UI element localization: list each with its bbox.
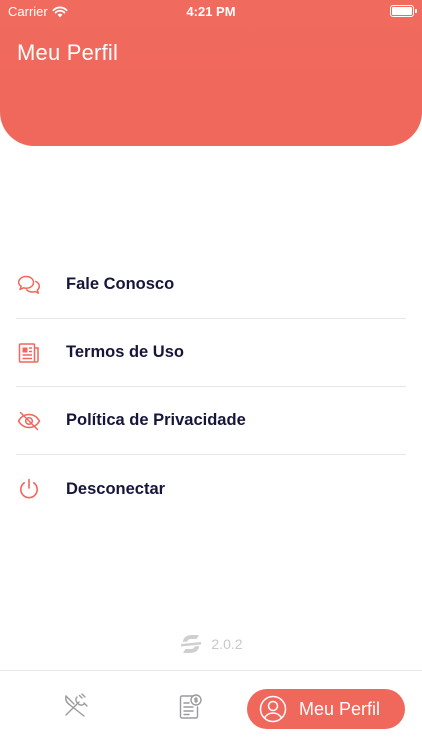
menu-item-label: Termos de Uso bbox=[66, 343, 184, 361]
tab-orders[interactable] bbox=[175, 691, 205, 721]
document-icon bbox=[16, 340, 42, 366]
chat-bubbles-icon bbox=[16, 272, 42, 298]
status-time: 4:21 PM bbox=[186, 4, 236, 19]
battery-icon bbox=[390, 5, 417, 17]
menu-item-label: Fale Conosco bbox=[66, 275, 175, 293]
tab-restaurants[interactable] bbox=[60, 691, 90, 721]
menu-item-label: Política de Privacidade bbox=[66, 411, 246, 429]
power-icon bbox=[16, 476, 42, 502]
fork-knife-icon bbox=[65, 693, 88, 717]
eye-off-icon bbox=[16, 408, 42, 434]
app-version: 2.0.2 bbox=[0, 633, 422, 655]
receipt-icon bbox=[179, 694, 202, 719]
page-title: Meu Perfil bbox=[17, 40, 119, 65]
user-circle-icon bbox=[259, 695, 287, 723]
profile-menu: Fale Conosco Termos de Uso Política de P… bbox=[16, 251, 406, 523]
status-bar: Carrier 4:21 PM bbox=[0, 0, 422, 22]
menu-item-politica-de-privacidade[interactable]: Política de Privacidade bbox=[16, 387, 406, 455]
tab-profile[interactable]: Meu Perfil bbox=[247, 689, 405, 729]
profile-header: Carrier 4:21 PM Meu Perfil bbox=[0, 0, 422, 146]
menu-item-fale-conosco[interactable]: Fale Conosco bbox=[16, 251, 406, 319]
menu-item-termos-de-uso[interactable]: Termos de Uso bbox=[16, 319, 406, 387]
version-label: 2.0.2 bbox=[211, 636, 243, 652]
tab-bar: Meu Perfil bbox=[0, 670, 422, 750]
logo-icon bbox=[181, 635, 202, 653]
menu-item-label: Desconectar bbox=[66, 479, 166, 498]
menu-item-desconectar[interactable]: Desconectar bbox=[16, 455, 406, 523]
tab-profile-label: Meu Perfil bbox=[299, 698, 381, 719]
